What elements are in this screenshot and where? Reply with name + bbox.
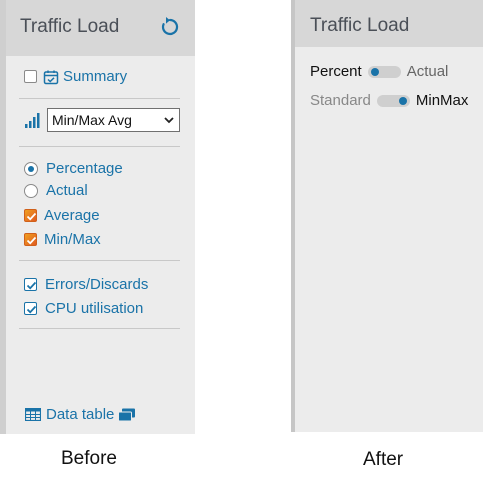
errors-option[interactable]: Errors/Discards bbox=[24, 276, 148, 293]
summary-label: Summary bbox=[63, 68, 128, 85]
refresh-icon[interactable] bbox=[159, 16, 181, 38]
popout-windows-icon bbox=[118, 408, 136, 421]
standard-minmax-toggle[interactable] bbox=[376, 94, 410, 107]
cpu-label: CPU utilisation bbox=[45, 300, 144, 317]
actual-label: Actual bbox=[46, 182, 88, 199]
before-caption: Before bbox=[61, 448, 117, 469]
average-checkbox[interactable] bbox=[24, 209, 37, 222]
average-label: Average bbox=[44, 207, 100, 224]
minmax-option[interactable]: Min/Max bbox=[24, 231, 101, 248]
minmax-label: Min/Max bbox=[44, 231, 101, 248]
data-table-label: Data table bbox=[46, 406, 115, 423]
standard-minmax-toggle-row: Standard MinMax bbox=[310, 92, 468, 109]
after-panel: Traffic Load Percent Actual Standard Min… bbox=[291, 0, 483, 432]
percentage-label: Percentage bbox=[46, 160, 123, 177]
calendar-check-icon bbox=[43, 70, 59, 84]
panel-edge bbox=[0, 0, 6, 434]
table-icon bbox=[25, 408, 41, 421]
errors-checkbox[interactable] bbox=[24, 278, 37, 291]
percentage-option[interactable]: Percentage bbox=[24, 160, 123, 177]
before-panel: Traffic Load Summary Min/Max Avg Percent… bbox=[0, 0, 195, 434]
toggle-right-label: Actual bbox=[406, 63, 449, 80]
divider bbox=[19, 260, 180, 261]
average-option[interactable]: Average bbox=[24, 207, 100, 224]
after-caption: After bbox=[363, 449, 404, 470]
summary-checkbox[interactable] bbox=[24, 70, 37, 83]
toggle-left-label: Standard bbox=[310, 92, 371, 109]
percent-actual-toggle-row: Percent Actual bbox=[310, 63, 448, 80]
cpu-checkbox[interactable] bbox=[24, 302, 37, 315]
divider bbox=[19, 98, 180, 99]
panel-title: Traffic Load bbox=[310, 15, 410, 36]
errors-label: Errors/Discards bbox=[45, 276, 149, 293]
panel-edge bbox=[291, 0, 295, 432]
divider bbox=[19, 146, 180, 147]
actual-radio[interactable] bbox=[24, 183, 38, 198]
toggle-left-label: Percent bbox=[310, 63, 362, 80]
percentage-radio[interactable] bbox=[24, 161, 38, 176]
toggle-right-label: MinMax bbox=[415, 92, 469, 109]
signal-bars-icon bbox=[25, 113, 40, 128]
actual-option[interactable]: Actual bbox=[24, 182, 88, 199]
select-value: Min/Max Avg bbox=[52, 112, 132, 128]
panel-title: Traffic Load bbox=[20, 16, 120, 37]
chevron-down-icon bbox=[164, 117, 174, 124]
minmax-checkbox[interactable] bbox=[24, 233, 37, 246]
percent-actual-toggle[interactable] bbox=[367, 65, 401, 78]
divider bbox=[19, 328, 180, 329]
data-table-link[interactable]: Data table bbox=[25, 406, 136, 423]
aggregation-select[interactable]: Min/Max Avg bbox=[47, 108, 180, 132]
summary-row[interactable]: Summary bbox=[24, 68, 127, 85]
cpu-option[interactable]: CPU utilisation bbox=[24, 300, 143, 317]
